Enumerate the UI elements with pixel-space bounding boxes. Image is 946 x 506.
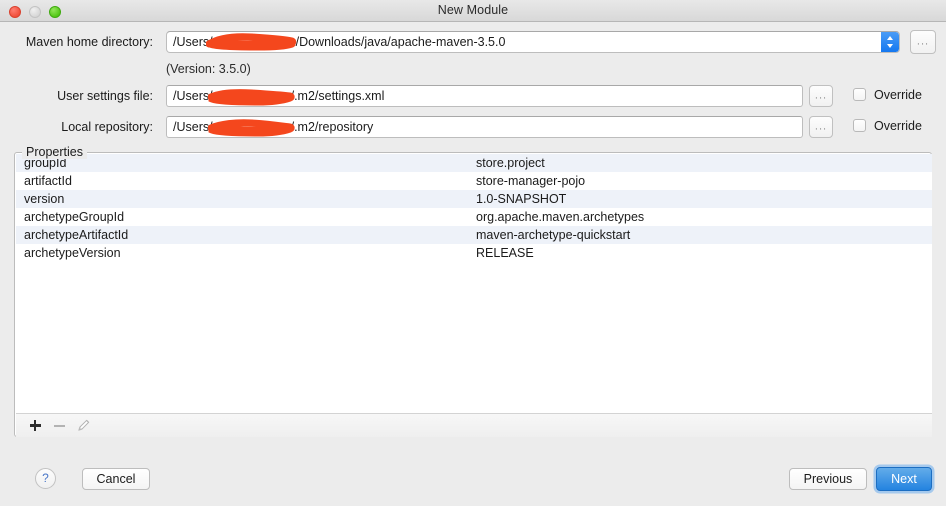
properties-table[interactable]: groupId store.project artifactId store-mana… [16, 154, 932, 413]
maven-version-note: (Version: 3.5.0) [166, 62, 251, 76]
ellipsis-icon: ... [916, 35, 930, 48]
user-settings-browse-button[interactable]: ... [809, 85, 833, 107]
table-row[interactable]: groupId store.project [16, 154, 932, 172]
table-empty-row [16, 280, 932, 298]
new-module-dialog: New Module Maven home directory: /Users/… [0, 0, 946, 506]
table-empty-row [16, 316, 932, 334]
help-button[interactable]: ? [35, 468, 56, 489]
maven-home-directory-combobox[interactable]: /Users/ /Downloads/java/apache-maven-3.5.… [166, 31, 900, 53]
previous-button-label: Previous [803, 471, 853, 486]
next-button-label: Next [891, 471, 917, 486]
maven-home-directory-label: Maven home directory: [25, 35, 153, 49]
table-empty-row [16, 352, 932, 370]
cancel-button[interactable]: Cancel [82, 468, 150, 490]
window-title: New Module [437, 3, 509, 17]
property-key: archetypeArtifactId [24, 228, 129, 242]
local-repository-override-checkbox[interactable]: Override [853, 119, 922, 133]
local-repository-override-label: Override [874, 119, 922, 133]
property-key: artifactId [24, 174, 72, 188]
maven-home-browse-button[interactable]: ... [910, 30, 936, 54]
chevron-up-icon [886, 36, 893, 40]
user-settings-file-label: User settings file: [57, 89, 153, 103]
table-empty-row [16, 334, 932, 352]
table-empty-row [16, 370, 932, 388]
local-repository-value: /Users/ /.m2/repository [173, 120, 373, 134]
maven-home-combobox-stepper[interactable] [881, 32, 899, 52]
table-empty-row [16, 388, 932, 406]
local-repository-input[interactable]: /Users/ /.m2/repository [166, 116, 803, 138]
property-key: version [24, 192, 65, 206]
table-empty-row [16, 298, 932, 316]
ellipsis-icon: ... [814, 89, 828, 102]
next-button[interactable]: Next [876, 467, 932, 491]
user-settings-override-label: Override [874, 88, 922, 102]
pencil-icon [77, 419, 90, 432]
ellipsis-icon: ... [814, 120, 828, 133]
user-settings-path-suffix: /.m2/settings.xml [290, 89, 385, 103]
checkbox-box [853, 88, 866, 101]
remove-property-button[interactable] [48, 414, 70, 437]
property-key: archetypeVersion [24, 246, 121, 260]
edit-property-button[interactable] [72, 414, 94, 437]
property-value: store-manager-pojo [476, 174, 586, 188]
previous-button[interactable]: Previous [789, 468, 867, 490]
property-value: RELEASE [476, 246, 534, 260]
maven-home-directory-value: /Users/ /Downloads/java/apache-maven-3.5.… [173, 35, 505, 49]
property-value: 1.0-SNAPSHOT [476, 192, 567, 206]
chevron-down-icon [886, 44, 893, 48]
window-titlebar: New Module [0, 0, 946, 22]
add-property-button[interactable] [24, 414, 46, 437]
properties-table-toolbar [16, 413, 932, 437]
table-empty-row [16, 406, 932, 413]
local-repository-path-prefix: /Users/ [173, 120, 213, 134]
local-repository-browse-button[interactable]: ... [809, 116, 833, 138]
table-row[interactable]: archetypeArtifactId maven-archetype-quick… [16, 226, 932, 244]
checkbox-box [853, 119, 866, 132]
table-row[interactable]: archetypeVersion RELEASE [16, 244, 932, 262]
table-row[interactable]: version 1.0-SNAPSHOT [16, 190, 932, 208]
maven-home-path-suffix: /Downloads/java/apache-maven-3.5.0 [295, 35, 506, 49]
property-value: org.apache.maven.archetypes [476, 210, 645, 224]
property-key: archetypeGroupId [24, 210, 125, 224]
property-value: store.project [476, 156, 545, 170]
properties-legend: Properties [22, 145, 87, 159]
user-settings-file-value: /Users/ /.m2/settings.xml [173, 89, 384, 103]
property-value: maven-archetype-quickstart [476, 228, 631, 242]
properties-group-box: groupId store.project artifactId store-mana… [14, 152, 932, 437]
table-row[interactable]: archetypeGroupId org.apache.maven.archety… [16, 208, 932, 226]
user-settings-override-checkbox[interactable]: Override [853, 88, 922, 102]
table-row[interactable]: artifactId store-manager-pojo [16, 172, 932, 190]
local-repository-path-suffix: /.m2/repository [290, 120, 374, 134]
user-settings-path-prefix: /Users/ [173, 89, 213, 103]
table-empty-row [16, 262, 932, 280]
local-repository-label: Local repository: [61, 120, 153, 134]
cancel-button-label: Cancel [96, 471, 136, 486]
maven-home-path-prefix: /Users/ [173, 35, 213, 49]
user-settings-file-input[interactable]: /Users/ /.m2/settings.xml [166, 85, 803, 107]
